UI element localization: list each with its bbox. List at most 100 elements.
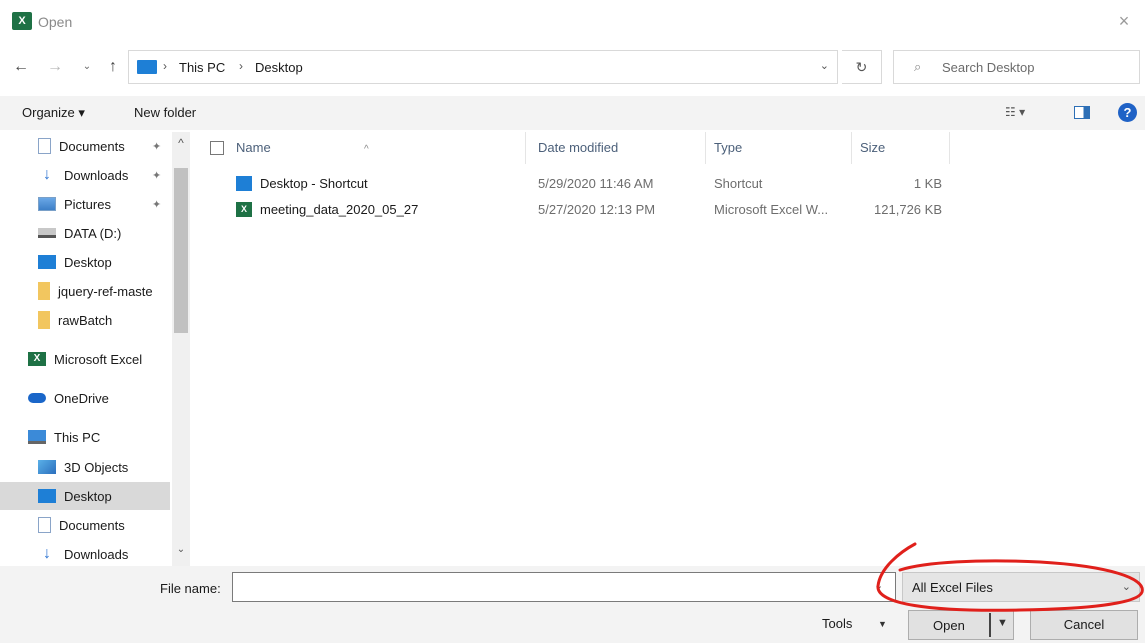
address-dropdown-icon[interactable]: ⌄ <box>820 59 829 72</box>
sidebar-item-label: Downloads <box>64 546 129 562</box>
sidebar-item-label: Downloads <box>64 167 129 183</box>
search-icon: ⌕ <box>914 59 922 74</box>
downloads-icon: ↓ <box>43 545 51 562</box>
recent-locations-button[interactable]: ⌄ <box>80 56 94 78</box>
sidebar-item-label: OneDrive <box>54 390 109 406</box>
sidebar-item-label: rawBatch <box>58 312 113 328</box>
file-name: Desktop - Shortcut <box>260 176 368 191</box>
sidebar-item-label: Microsoft Excel <box>54 351 143 367</box>
column-header-label: Date modified <box>538 140 619 155</box>
sidebar-item-onedrive[interactable]: OneDrive <box>0 384 170 412</box>
documents-icon <box>38 138 51 154</box>
pictures-icon <box>38 197 56 211</box>
file-type: Shortcut <box>714 176 763 191</box>
sidebar-item-label: Documents <box>59 138 125 154</box>
this-pc-icon <box>28 430 46 444</box>
chevron-down-icon: ⌄ <box>1121 581 1131 593</box>
file-type-filter-select[interactable]: All Excel Files ⌄ <box>902 572 1140 602</box>
navigation-bar: ← → ⌄ ↑ › This PC › Desktop ⌄ ↻ ⌕ <box>0 48 1145 88</box>
column-header-type[interactable]: Type <box>706 132 852 164</box>
title-bar: X Open × <box>0 0 1145 46</box>
sidebar-item-label: Desktop <box>64 488 112 504</box>
breadcrumb-separator: › <box>239 59 243 73</box>
file-name: meeting_data_2020_05_27 <box>260 202 419 217</box>
column-header-name[interactable]: ^ Name <box>200 132 526 164</box>
file-date: 5/27/2020 12:13 PM <box>538 202 656 217</box>
documents-icon <box>38 517 51 533</box>
sidebar-item-data-d-[interactable]: DATA (D:) <box>0 219 170 247</box>
open-button[interactable]: Open ▼ <box>908 610 1014 640</box>
navigation-pane: ↓ Downloads Documents Desktop 3D Objects This… <box>0 132 192 566</box>
pin-icon[interactable]: ✦ <box>152 140 161 153</box>
help-icon[interactable]: ? <box>1118 103 1137 122</box>
file-type-filter-value: All Excel Files <box>912 580 993 595</box>
view-options-icon[interactable]: ☷ ▾ <box>1005 105 1025 119</box>
cancel-button[interactable]: Cancel <box>1030 610 1138 640</box>
preview-pane-icon[interactable] <box>1074 106 1090 119</box>
sidebar-item-pictures[interactable]: Pictures ✦ <box>0 190 170 218</box>
breadcrumb-desktop[interactable]: Desktop <box>255 60 303 75</box>
breadcrumb-this-pc[interactable]: This PC <box>179 60 225 75</box>
organize-menu[interactable]: Organize ▾ <box>22 105 85 121</box>
sidebar-item-documents[interactable]: Documents <box>0 511 170 539</box>
sort-ascending-icon: ^ <box>364 144 369 155</box>
dialog-footer: File name: ⌄ All Excel Files ⌄ Tools ▼ O… <box>0 566 1145 643</box>
scroll-up-arrow[interactable]: ^ <box>172 136 190 150</box>
sidebar-item-label: Pictures <box>64 196 111 212</box>
window-title: Open <box>38 14 73 30</box>
column-header-label: Name <box>236 140 271 155</box>
pin-icon[interactable]: ✦ <box>152 169 161 182</box>
sidebar-item-downloads[interactable]: ↓ Downloads <box>0 540 170 566</box>
column-header-label: Type <box>714 140 743 155</box>
column-header-size[interactable]: Size <box>852 132 950 164</box>
open-button-label: Open <box>933 618 965 633</box>
file-date: 5/29/2020 11:46 AM <box>538 176 654 191</box>
file-list: ^ Name Date modified Type Size Desktop -… <box>200 132 1145 566</box>
file-name-input[interactable] <box>232 572 896 602</box>
file-type: Microsoft Excel W... <box>714 202 829 217</box>
back-button[interactable]: ← <box>12 56 30 78</box>
address-bar[interactable]: › This PC › Desktop ⌄ <box>128 50 838 84</box>
sidebar-item-desktop[interactable]: Desktop <box>0 248 170 276</box>
sidebar-item-this-pc[interactable]: This PC <box>0 423 170 451</box>
sidebar-item-rawbatch[interactable]: rawBatch <box>0 306 170 334</box>
sidebar-item-desktop[interactable]: Desktop <box>0 482 170 510</box>
scroll-down-arrow[interactable]: ⌄ <box>172 544 190 555</box>
breadcrumb-separator: › <box>163 59 167 73</box>
file-size: 1 KB <box>913 176 942 191</box>
file-name-dropdown-icon[interactable]: ⌄ <box>874 579 883 592</box>
downloads-icon: ↓ <box>43 166 51 183</box>
refresh-button[interactable]: ↻ <box>842 50 882 84</box>
onedrive-icon <box>28 393 46 403</box>
desktop-icon <box>38 489 56 503</box>
excel-icon: X <box>28 352 46 366</box>
up-button[interactable]: ↑ <box>104 56 122 78</box>
search-input[interactable] <box>942 55 1132 79</box>
folder-icon <box>38 282 50 300</box>
select-all-checkbox[interactable] <box>210 141 224 155</box>
pin-icon[interactable]: ✦ <box>152 198 161 211</box>
new-folder-button[interactable]: New folder <box>134 105 196 120</box>
sidebar-item-microsoft-excel[interactable]: X Microsoft Excel <box>0 345 170 373</box>
search-box[interactable]: ⌕ <box>893 50 1140 84</box>
sidebar-item-downloads[interactable]: ↓ Downloads ✦ <box>0 161 170 189</box>
sidebar-item-documents[interactable]: Documents ✦ <box>0 132 170 160</box>
column-header-date[interactable]: Date modified <box>530 132 706 164</box>
column-header-label: Size <box>860 140 886 155</box>
drive-icon <box>38 228 56 238</box>
file-row[interactable]: Desktop - Shortcut 5/29/2020 11:46 AM Sh… <box>200 172 960 196</box>
nav-scrollbar-thumb[interactable] <box>174 168 188 333</box>
file-row[interactable]: X meeting_data_2020_05_27 5/27/2020 12:1… <box>200 198 960 222</box>
forward-button[interactable]: → <box>46 56 64 78</box>
open-dropdown-icon[interactable]: ▼ <box>997 617 1008 629</box>
tools-dropdown-icon[interactable]: ▼ <box>878 619 887 629</box>
sidebar-item-jquery-ref-maste[interactable]: jquery-ref-maste <box>0 277 170 305</box>
open-split-divider <box>989 613 991 637</box>
sidebar-item-label: 3D Objects <box>64 459 129 475</box>
close-button[interactable]: × <box>1113 10 1135 32</box>
sidebar-item-3d-objects[interactable]: 3D Objects <box>0 453 170 481</box>
sidebar-item-label: This PC <box>54 429 101 445</box>
tools-menu[interactable]: Tools <box>822 616 852 631</box>
file-size: 121,726 KB <box>874 202 942 217</box>
sidebar-item-label: jquery-ref-maste <box>58 283 153 299</box>
